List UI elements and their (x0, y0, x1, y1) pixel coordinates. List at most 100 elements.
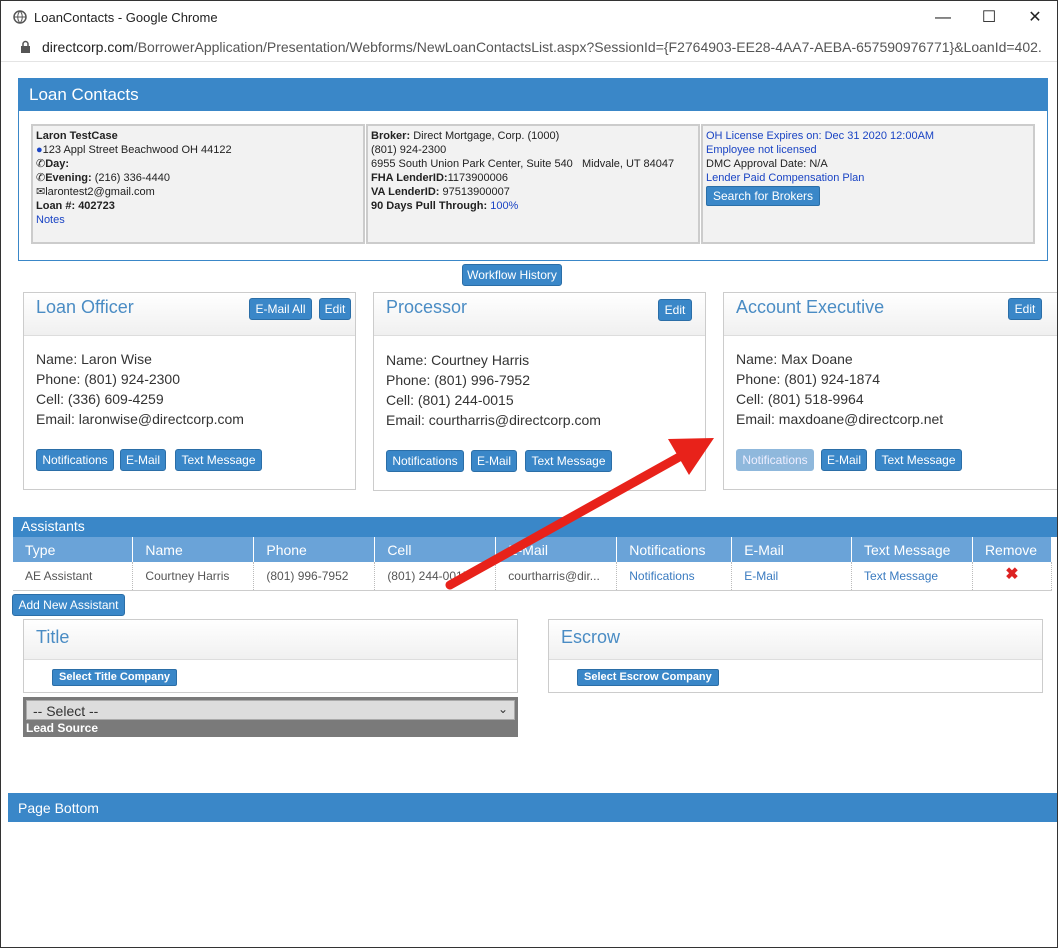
broker-name: Direct Mortgage, Corp. (1000) (413, 130, 560, 142)
edit-button[interactable]: Edit (658, 299, 692, 321)
processor-card: Processor Edit Name: Courtney Harris Pho… (373, 292, 706, 491)
column-header: Text Message (851, 537, 973, 562)
employee-license: Employee not licensed (706, 144, 817, 156)
url-host: directcorp.com (42, 39, 134, 55)
text-message-button[interactable]: Text Message (875, 449, 962, 471)
evening-label: Evening: (45, 172, 92, 184)
contact-name: Name: Max Doane (736, 351, 853, 367)
email-all-button[interactable]: E-Mail All (249, 298, 312, 320)
title-section: Title Select Title Company (23, 619, 518, 693)
cell-name: Courtney Harris (132, 562, 255, 591)
column-header: E-Mail (731, 537, 853, 562)
email-link[interactable]: E-Mail (731, 562, 853, 591)
section-title: Title (36, 627, 70, 647)
close-icon[interactable]: ✕ (1022, 7, 1048, 29)
url-text[interactable]: directcorp.com/BorrowerApplication/Prese… (42, 39, 1042, 55)
page-title: Loan Contacts (19, 79, 1047, 111)
evening-phone: (216) 336-4440 (94, 172, 170, 184)
address-bar[interactable]: directcorp.com/BorrowerApplication/Prese… (1, 34, 1057, 62)
edit-button[interactable]: Edit (1008, 298, 1042, 320)
remove-icon[interactable]: ✖ (1005, 566, 1018, 583)
contact-email: Email: laronwise@directcorp.com (36, 411, 244, 427)
column-header: Name (132, 537, 255, 562)
email-button[interactable]: E-Mail (471, 450, 517, 472)
window-title: LoanContacts - Google Chrome (34, 10, 218, 25)
lock-icon (21, 40, 30, 53)
column-header: E-Mail (495, 537, 618, 562)
column-header: Remove (972, 537, 1053, 562)
envelope-icon: ✉ (36, 186, 46, 198)
va-id: 97513900007 (442, 186, 510, 198)
broker-phone: (801) 924-2300 (371, 144, 447, 156)
column-header: Cell (374, 537, 497, 562)
notes-link[interactable]: Notes (36, 214, 65, 226)
notifications-button[interactable]: Notifications (386, 450, 464, 472)
borrower-name: Laron TestCase (36, 130, 118, 142)
remove-cell: ✖ (972, 562, 1053, 591)
table-row: AE Assistant Courtney Harris (801) 996-7… (13, 562, 1053, 591)
loan-officer-card: Loan Officer E-Mail All Edit Name: Laron… (23, 292, 356, 490)
select-title-company-button[interactable]: Select Title Company (52, 669, 178, 686)
escrow-section: Escrow Select Escrow Company (548, 619, 1043, 693)
cell-phone: (801) 996-7952 (253, 562, 376, 591)
email-button[interactable]: E-Mail (120, 449, 166, 471)
pull-through-link[interactable]: 100% (490, 200, 518, 212)
cell-type: AE Assistant (13, 562, 134, 591)
card-title: Loan Officer (36, 297, 134, 317)
minimize-icon[interactable]: — (930, 7, 956, 29)
license-expires: OH License Expires on: Dec 31 2020 12:00… (706, 130, 935, 142)
contact-name: Name: Courtney Harris (386, 352, 530, 368)
chevron-down-icon: ⌄ (497, 702, 508, 716)
contact-cell: Cell: (336) 609-4259 (36, 391, 164, 407)
search-brokers-button[interactable]: Search for Brokers (706, 186, 821, 206)
broker-info: Broker: Direct Mortgage, Corp. (1000) (8… (366, 124, 700, 244)
text-message-button[interactable]: Text Message (175, 449, 262, 471)
select-escrow-company-button[interactable]: Select Escrow Company (577, 669, 719, 686)
compensation-plan-link[interactable]: Lender Paid Compensation Plan (706, 171, 1030, 185)
text-message-link[interactable]: Text Message (851, 562, 973, 591)
borrower-address: 123 Appl Street Beachwood OH 44122 (42, 144, 232, 156)
workflow-history-button[interactable]: Workflow History (462, 264, 562, 286)
url-path: /BorrowerApplication/Presentation/Webfor… (133, 39, 1042, 55)
borrower-email: larontest2@gmail.com (45, 186, 155, 198)
map-marker-icon: ● (36, 144, 43, 156)
column-header: Phone (253, 537, 376, 562)
contact-email: Email: maxdoane@directcorp.net (736, 411, 944, 427)
dmc-approval: DMC Approval Date: N/A (706, 158, 828, 170)
loan-contacts-panel: Loan Contacts Laron TestCase ●123 Appl S… (18, 78, 1048, 261)
section-header (24, 620, 517, 660)
browser-window: LoanContacts - Google Chrome — ☐ ✕ direc… (0, 0, 1058, 948)
edit-button[interactable]: Edit (319, 298, 351, 320)
email-button[interactable]: E-Mail (821, 449, 867, 471)
column-header: Notifications (616, 537, 733, 562)
page-content: Loan Contacts Laron TestCase ●123 Appl S… (8, 62, 1057, 947)
table-header-row: Type Name Phone Cell E-Mail Notification… (13, 537, 1053, 562)
assistants-header: Assistants (13, 517, 1057, 537)
notifications-button[interactable]: Notifications (36, 449, 114, 471)
account-executive-card: Account Executive Edit Name: Max Doane P… (723, 292, 1057, 490)
card-title: Processor (386, 297, 468, 317)
contact-email: Email: courtharris@directcorp.com (386, 412, 601, 428)
fha-label: FHA LenderID: (371, 172, 448, 184)
cell-cell: (801) 244-0015 (374, 562, 497, 591)
text-message-button[interactable]: Text Message (525, 450, 612, 472)
phone-icon: ✆ (36, 158, 46, 170)
notifications-button[interactable]: Notifications (736, 449, 814, 471)
license-info: OH License Expires on: Dec 31 2020 12:00… (701, 124, 1035, 244)
column-header: Type (13, 537, 134, 562)
lead-source-select[interactable]: -- Select -- ⌄ (26, 700, 515, 720)
card-title: Account Executive (736, 297, 885, 317)
globe-icon (13, 10, 27, 24)
add-assistant-button[interactable]: Add New Assistant (12, 594, 125, 616)
loan-label: Loan #: (36, 200, 76, 212)
contact-phone: Phone: (801) 924-1874 (736, 371, 880, 387)
contact-cell: Cell: (801) 244-0015 (386, 392, 514, 408)
contact-details: Name: Courtney Harris Phone: (801) 996-7… (386, 350, 601, 430)
day-label: Day: (45, 158, 70, 170)
borrower-info: Laron TestCase ●123 Appl Street Beachwoo… (31, 124, 365, 244)
fha-id: 1173900006 (447, 172, 508, 184)
maximize-icon[interactable]: ☐ (976, 7, 1002, 29)
loan-number: 402723 (78, 200, 115, 212)
notifications-link[interactable]: Notifications (616, 562, 733, 591)
contact-name: Name: Laron Wise (36, 351, 152, 367)
